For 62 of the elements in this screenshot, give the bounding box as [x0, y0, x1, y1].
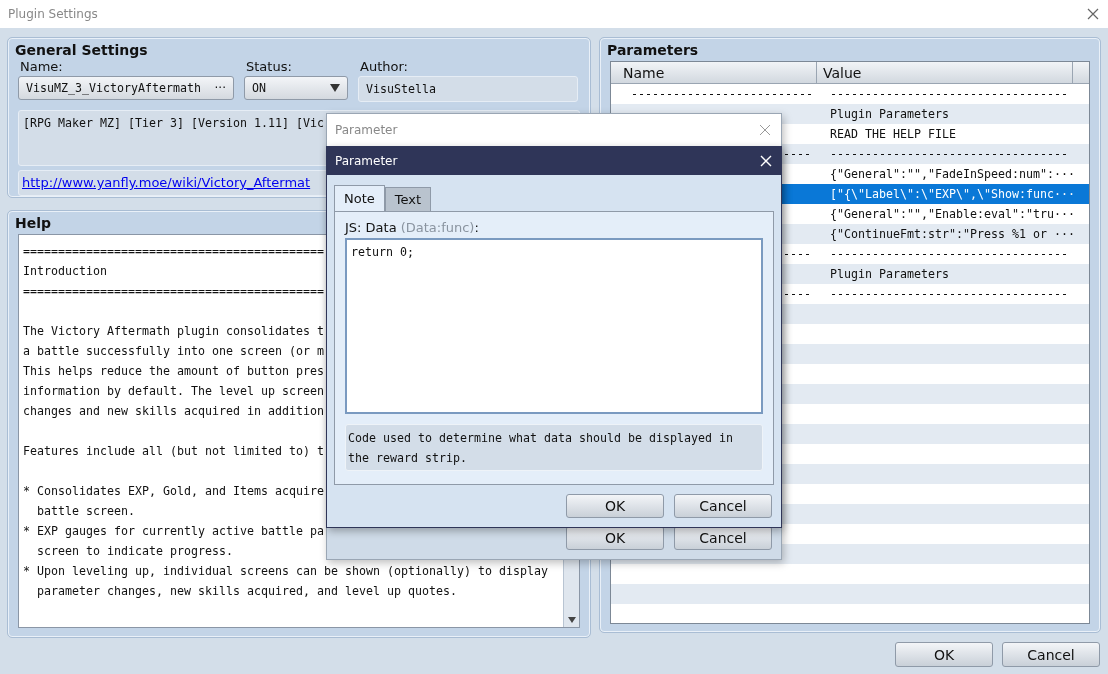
- panel-title: General Settings: [14, 41, 149, 59]
- help-text-line: parameter changes, new skills acquired, and level up quotes.: [36, 583, 457, 600]
- help-text-line: information by default. The level up screen: [23, 383, 324, 400]
- help-text-line: * EXP gauges for currently active battle pa: [23, 523, 324, 540]
- help-text-line: Introduction: [23, 263, 107, 280]
- field-label: JS: Data: [345, 220, 397, 235]
- help-text-line: a battle successfully into one screen (or m: [23, 343, 324, 360]
- cancel-button[interactable]: Cancel: [674, 494, 772, 518]
- url-link[interactable]: http://www.yanfly.moe/wiki/Victory_Aftermat: [22, 175, 311, 190]
- table-row[interactable]: -------------------------- ----------------------------------: [611, 84, 1089, 104]
- help-text-line: This helps reduce the amount of button pres: [23, 363, 324, 380]
- panel-title: Parameters: [606, 41, 700, 59]
- field-label-colon: :: [474, 220, 479, 235]
- table-cell: --------------------------: [631, 87, 813, 101]
- table-cell: ----: [783, 247, 811, 261]
- dropdown-arrow-icon[interactable]: [330, 84, 340, 92]
- table-cell: ----------------------------------: [830, 147, 1068, 161]
- help-text-line: ===========================================: [23, 283, 324, 300]
- table-cell: ----------------------------------: [830, 87, 1068, 101]
- help-text-line: * Consolidates EXP, Gold, and Items acquire: [23, 483, 324, 500]
- help-text-line: The Victory Aftermath plugin consolidates t: [23, 323, 324, 340]
- help-text-line: ===========================================: [23, 243, 324, 260]
- table-cell: ----: [783, 147, 811, 161]
- cancel-button[interactable]: Cancel: [674, 526, 772, 550]
- table-cell: Plugin Parameters: [830, 267, 949, 281]
- window-title: Plugin Settings: [8, 7, 98, 21]
- help-text-line: Features include all (but not limited to) t: [23, 443, 324, 460]
- name-field[interactable]: VisuMZ_3_VictoryAftermath ···: [18, 76, 234, 100]
- code-editor[interactable]: return 0;: [345, 238, 763, 414]
- parameter-description: Code used to determine what data should be displayed in the reward strip.: [345, 424, 763, 471]
- tab[interactable]: Text: [384, 187, 432, 211]
- help-text-line: * Upon leveling up, individual screens can be shown (optionally) to display: [23, 563, 548, 580]
- dialog-title: Parameter: [335, 123, 398, 137]
- table-cell: {"General":"","Enable:eval":"tru···: [830, 207, 1075, 221]
- scroll-down-icon[interactable]: [567, 617, 576, 623]
- ok-button[interactable]: OK: [566, 494, 664, 518]
- table-cell: Plugin Parameters: [830, 107, 949, 121]
- field-label: Author:: [359, 59, 409, 74]
- column-header[interactable]: Value: [817, 62, 1073, 83]
- field-label: Name:: [19, 59, 64, 74]
- ok-button[interactable]: OK: [895, 642, 993, 667]
- table-cell: ["{\"Label\":\"EXP\",\"Show:func···: [830, 187, 1075, 201]
- field-type-hint: (Data:func): [400, 220, 475, 235]
- table-cell: ----: [783, 287, 811, 301]
- status-dropdown[interactable]: ON: [244, 76, 348, 100]
- help-text-line: screen to indicate progress.: [36, 543, 233, 560]
- tab[interactable]: Note: [334, 185, 385, 211]
- table-cell: {"General":"","FadeInSpeed:num":···: [830, 167, 1075, 181]
- ok-button[interactable]: OK: [566, 526, 664, 550]
- help-text-line: changes and new skills acquired in addition: [23, 403, 324, 420]
- help-text-line: battle screen.: [36, 503, 135, 520]
- author-field[interactable]: VisuStella: [358, 76, 578, 102]
- column-header[interactable]: Name: [611, 62, 817, 83]
- cancel-button[interactable]: Cancel: [1002, 642, 1100, 667]
- field-label: Status:: [245, 59, 293, 74]
- dialog-title: Parameter: [335, 154, 398, 168]
- table-cell: {"ContinueFmt:str":"Press %1 or ···: [830, 227, 1075, 241]
- close-icon[interactable]: [1087, 8, 1099, 20]
- table-cell: ----------------------------------: [830, 287, 1068, 301]
- table-cell: ----------------------------------: [830, 247, 1068, 261]
- panel-title: Help: [14, 214, 53, 232]
- table-cell: READ THE HELP FILE: [830, 127, 956, 141]
